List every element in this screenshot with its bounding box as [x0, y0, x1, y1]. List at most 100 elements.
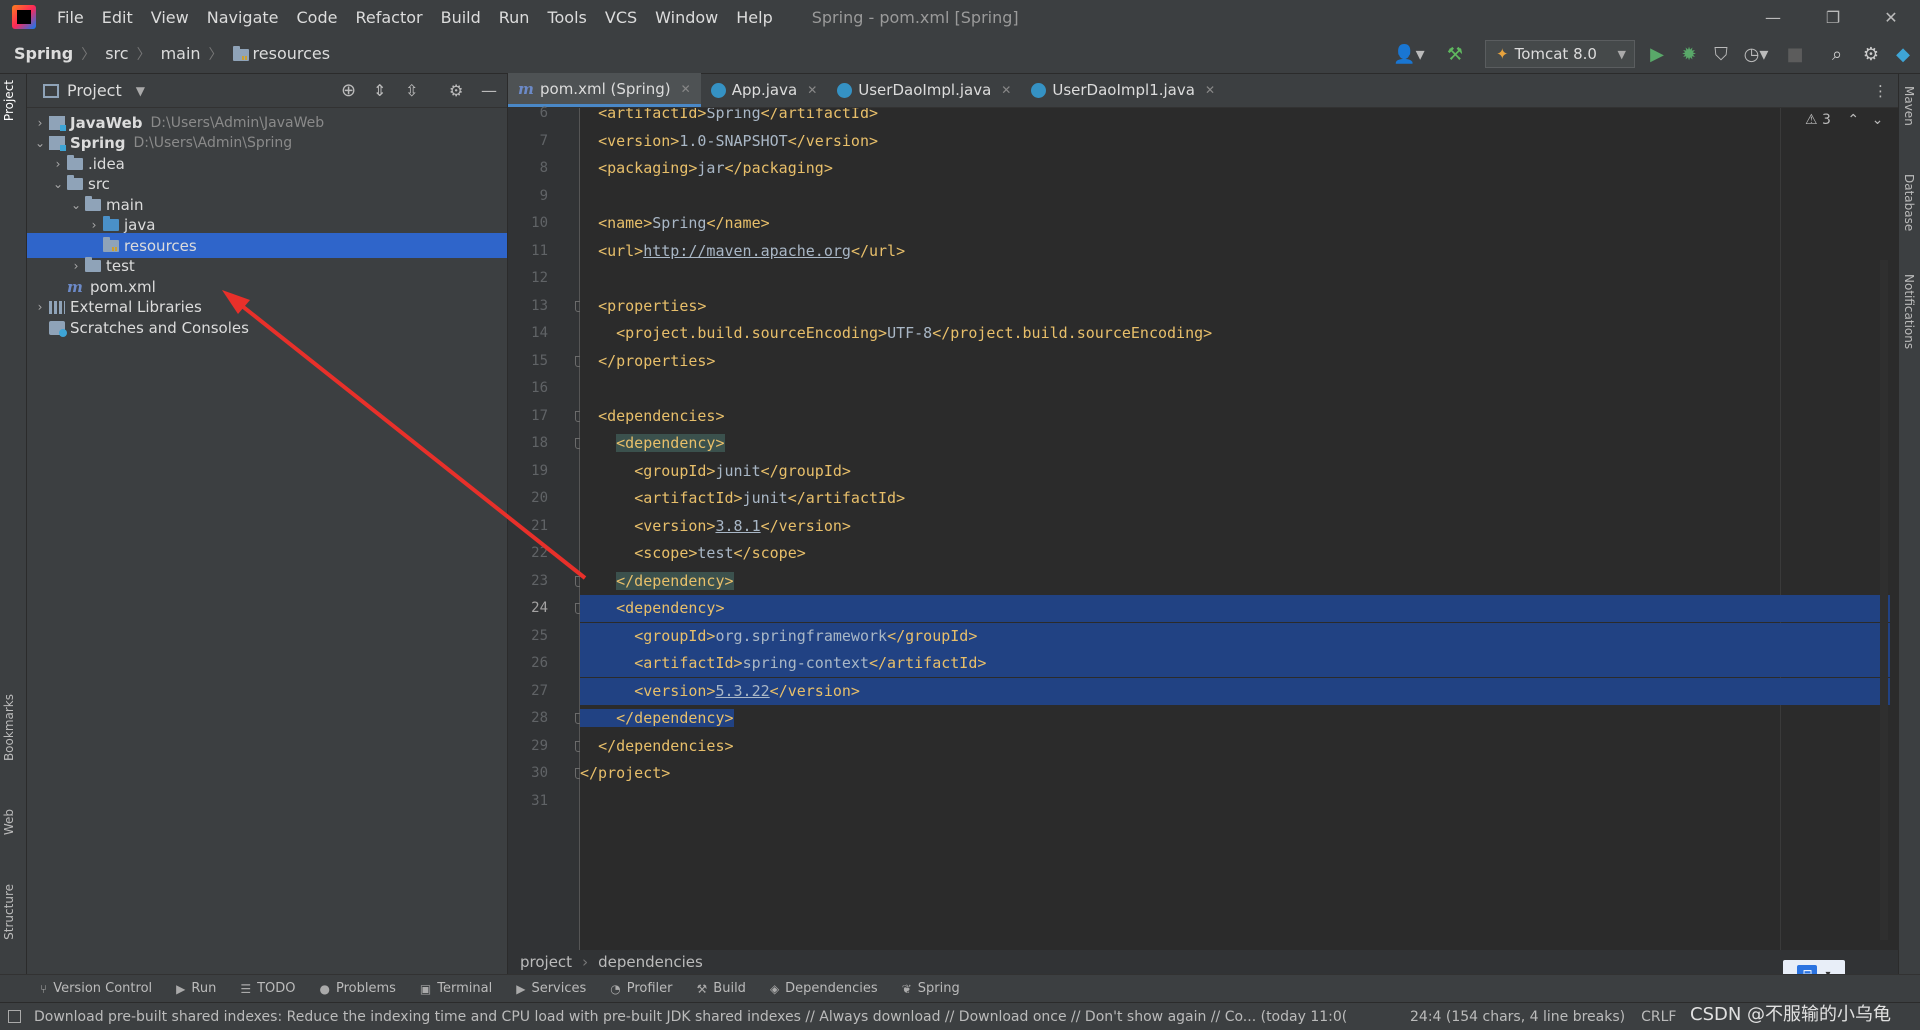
tool-build[interactable]: ⚒ Build	[697, 981, 746, 996]
project-tree: › JavaWeb D:\Users\Admin\JavaWeb ⌄ Spring D:\…	[27, 108, 507, 974]
project-panel-title[interactable]: Project	[67, 81, 122, 100]
user-account-icon[interactable]: 👤▾	[1392, 34, 1426, 74]
menu-refactor[interactable]: Refactor	[346, 8, 431, 27]
menu-build[interactable]: Build	[432, 8, 490, 27]
java-class-icon	[1031, 82, 1047, 98]
xml-value: Spring	[706, 108, 761, 122]
sidebar-tab-structure[interactable]: Structure	[2, 884, 16, 940]
sidebar-tab-web[interactable]: Web	[2, 809, 16, 835]
tool-dependencies[interactable]: ◈ Dependencies	[770, 981, 878, 996]
editor-crumb-project[interactable]: project	[520, 953, 572, 971]
debug-icon[interactable]: ✹	[1674, 34, 1704, 74]
close-icon[interactable]: ✕	[1205, 83, 1215, 97]
hide-panel-icon[interactable]: —	[481, 81, 497, 100]
expand-all-icon[interactable]: ⇕	[373, 81, 386, 100]
minimize-icon[interactable]: —	[1750, 0, 1796, 34]
menu-help[interactable]: Help	[727, 8, 781, 27]
sidebar-tab-project[interactable]: Project	[2, 80, 16, 121]
chevron-down-icon[interactable]: ▼	[136, 84, 145, 98]
coverage-icon[interactable]: ⛉	[1706, 34, 1736, 74]
close-icon[interactable]: ✕	[807, 83, 817, 97]
xml-tag: </properties>	[598, 351, 716, 370]
more-options-icon[interactable]: ⋮	[1873, 82, 1888, 100]
menu-run[interactable]: Run	[490, 8, 539, 27]
close-icon[interactable]: ✕	[681, 82, 691, 96]
sidebar-tab-notifications[interactable]: Notifications	[1902, 274, 1916, 349]
status-message[interactable]: Download pre-built shared indexes: Reduc…	[34, 1009, 1404, 1025]
line-number: 18	[531, 435, 548, 451]
menu-view[interactable]: View	[142, 8, 198, 27]
nav-crumb-main[interactable]: main	[155, 44, 205, 63]
run-icon[interactable]: ▶	[1642, 34, 1672, 74]
editor-breadcrumb: project › dependencies	[508, 950, 1898, 974]
close-window-icon[interactable]: ✕	[1868, 0, 1914, 34]
settings-gear-icon[interactable]: ⚙	[449, 81, 463, 100]
build-hammer-icon[interactable]: ⚒	[1440, 34, 1470, 74]
tool-run[interactable]: ▶ Run	[176, 981, 216, 996]
nav-crumb-project[interactable]: Spring	[0, 44, 77, 63]
menu-file[interactable]: File	[48, 8, 93, 27]
close-icon[interactable]: ✕	[1001, 83, 1011, 97]
tool-version-control[interactable]: ⑂ Version Control	[40, 981, 152, 996]
layout-toggle-icon[interactable]	[8, 1010, 21, 1023]
sidebar-tab-database[interactable]: Database	[1902, 174, 1916, 231]
tab-app-java[interactable]: App.java ✕	[701, 73, 828, 107]
tool-problems[interactable]: ● Problems	[320, 981, 396, 996]
chevron-down-icon[interactable]: ⌄	[49, 177, 67, 191]
jetbrains-toolbox-icon[interactable]: ◆	[1888, 34, 1918, 74]
folder-icon	[67, 154, 83, 170]
chevron-right-icon[interactable]: ›	[49, 157, 67, 171]
menu-code[interactable]: Code	[288, 8, 347, 27]
code-line: <groupId>org.springframework</groupId>	[580, 622, 1890, 650]
collapse-all-icon[interactable]: ⇳	[405, 81, 418, 100]
line-ending[interactable]: CRLF	[1641, 1009, 1676, 1025]
nav-crumb-resources[interactable]: resources	[227, 44, 335, 63]
xml-tag: <project.build.sourceEncoding>	[616, 324, 888, 342]
tab-userdaoimpl-java[interactable]: UserDaoImpl.java ✕	[827, 73, 1021, 107]
tool-label: TODO	[257, 981, 296, 996]
tool-services[interactable]: ▶ Services	[516, 981, 586, 996]
caret-position[interactable]: 24:4 (154 chars, 4 line breaks)	[1410, 1009, 1625, 1025]
profile-icon[interactable]: ◷▾	[1738, 34, 1774, 74]
tree-item-scratches-and-consoles[interactable]: Scratches and Consoles	[27, 315, 507, 340]
tool-label: Profiler	[626, 981, 673, 996]
window-title: Spring - pom.xml [Spring]	[811, 7, 1019, 27]
chevron-right-icon[interactable]: ›	[85, 218, 103, 232]
stop-icon[interactable]: ■	[1780, 34, 1810, 74]
chevron-up-icon[interactable]: ⌃	[1847, 112, 1859, 128]
tab-userdaoimpl1-java[interactable]: UserDaoImpl1.java ✕	[1021, 73, 1225, 107]
chevron-down-icon[interactable]: ⌄	[67, 198, 85, 212]
tool-terminal[interactable]: ▣ Terminal	[420, 981, 492, 996]
search-icon[interactable]: ⌕	[1822, 34, 1852, 74]
chevron-right-icon[interactable]: ›	[31, 116, 49, 130]
menu-navigate[interactable]: Navigate	[198, 8, 288, 27]
restore-icon[interactable]: ❐	[1810, 0, 1856, 34]
menu-edit[interactable]: Edit	[93, 8, 142, 27]
warning-indicator[interactable]: ⚠ 3 ⌃ ⌄	[1805, 112, 1883, 128]
code-line: </dependency>	[580, 568, 1890, 595]
nav-crumb-src[interactable]: src	[99, 44, 132, 63]
editor-crumb-dependencies[interactable]: dependencies	[598, 953, 703, 971]
run-configuration-select[interactable]: ✦ Tomcat 8.0 ▼	[1485, 40, 1635, 68]
sidebar-tab-maven[interactable]: Maven	[1902, 86, 1916, 126]
chevron-down-icon[interactable]: ⌄	[31, 136, 49, 150]
code-editor[interactable]: <artifactId>Spring</artifactId> <version…	[580, 108, 1890, 950]
menu-tools[interactable]: Tools	[538, 8, 595, 27]
sidebar-tab-bookmarks[interactable]: Bookmarks	[2, 694, 16, 761]
menu-vcs[interactable]: VCS	[596, 8, 646, 27]
chevron-right-icon[interactable]: ›	[67, 259, 85, 273]
chevron-down-icon[interactable]: ⌄	[1872, 112, 1884, 128]
source-folder-icon	[103, 216, 119, 231]
editor-scrollbar[interactable]	[1880, 260, 1888, 940]
locate-file-icon[interactable]: ⊕	[341, 80, 356, 101]
tool-spring[interactable]: ❦ Spring	[902, 981, 960, 996]
tool-profiler[interactable]: ◔ Profiler	[610, 981, 672, 996]
menu-window[interactable]: Window	[646, 8, 727, 27]
settings-gear-icon[interactable]: ⚙	[1856, 34, 1886, 74]
chevron-right-icon[interactable]: ›	[31, 300, 49, 314]
tool-todo[interactable]: ☰ TODO	[240, 981, 295, 996]
